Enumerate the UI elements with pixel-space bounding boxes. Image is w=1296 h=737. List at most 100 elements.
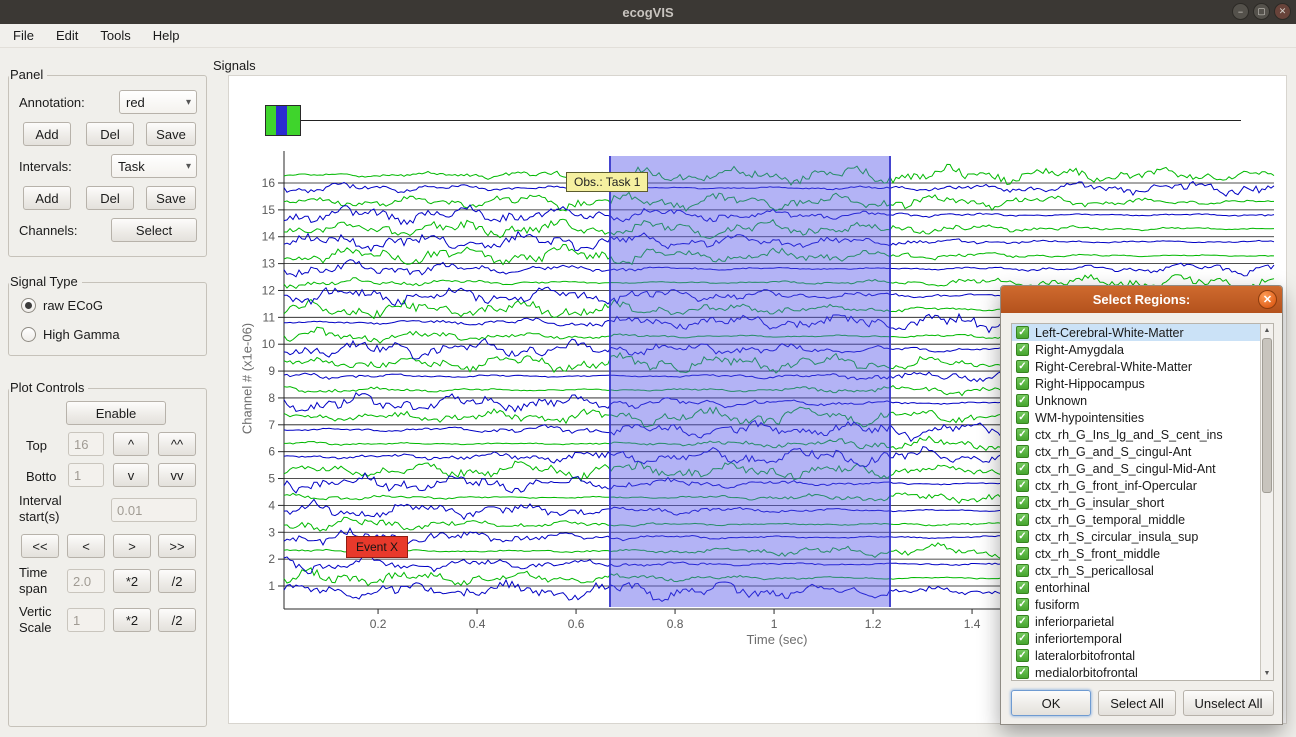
intervals-del-button[interactable]: Del [86,186,134,210]
region-list-item[interactable]: ✓ctx_rh_S_circular_insula_sup [1012,528,1273,545]
region-name-label: fusiform [1035,598,1079,612]
region-name-label: ctx_rh_G_and_S_cingul-Ant [1035,445,1191,459]
scroll-up-icon[interactable]: ▲ [1261,324,1273,337]
plot-controls-title: Plot Controls [9,380,88,395]
region-list-item[interactable]: ✓inferiortemporal [1012,630,1273,647]
annotation-add-button[interactable]: Add [23,122,71,146]
top-channel-input[interactable]: 16 [68,432,104,456]
step-forward-button[interactable]: > [113,534,151,558]
time-span-halve-button[interactable]: /2 [158,569,196,593]
signal-type-group: Signal Type raw ECoG High Gamma [8,282,207,356]
vertical-scale-double-button[interactable]: *2 [113,608,151,632]
menu-help[interactable]: Help [142,24,191,47]
vertical-scale-input[interactable]: 1 [67,608,105,632]
select-all-button[interactable]: Select All [1098,690,1176,716]
checkbox-checked-icon: ✓ [1016,411,1029,424]
region-name-label: ctx_rh_G_insular_short [1035,496,1164,510]
region-name-label: ctx_rh_S_circular_insula_sup [1035,530,1198,544]
ok-button[interactable]: OK [1011,690,1091,716]
page-back-button[interactable]: << [21,534,59,558]
window-title: ecogVIS [622,5,673,20]
menu-edit[interactable]: Edit [45,24,89,47]
region-list-item[interactable]: ✓ entorhinal [1012,579,1273,596]
intervals-save-button[interactable]: Save [146,186,196,210]
checkbox-checked-icon: ✓ [1016,581,1029,594]
region-name-label: ctx_rh_G_temporal_middle [1035,513,1185,527]
scrollbar[interactable]: ▲ ▼ [1260,324,1273,680]
svg-text:12: 12 [262,283,276,297]
bottom-channel-input[interactable]: 1 [68,463,104,487]
region-list-item[interactable]: ✓ctx_rh_S_front_middle [1012,545,1273,562]
checkbox-checked-icon: ✓ [1016,513,1029,526]
minimize-icon[interactable]: − [1232,3,1249,20]
maximize-icon[interactable]: ▢ [1253,3,1270,20]
channel-down-fast-button[interactable]: vv [158,463,196,487]
region-list-item[interactable]: ✓lateralorbitofrontal [1012,647,1273,664]
svg-text:5: 5 [268,472,275,486]
page-forward-button[interactable]: >> [158,534,196,558]
region-name-label: ctx_rh_S_pericallosal [1035,564,1154,578]
region-list-item[interactable]: ✓Left-Cerebral-White-Matter [1012,324,1273,341]
step-back-button[interactable]: < [67,534,105,558]
region-list-item[interactable]: ✓inferiorparietal [1012,613,1273,630]
region-name-label: medialorbitofrontal [1035,666,1138,680]
channels-select-button[interactable]: Select [111,218,197,242]
svg-text:0.8: 0.8 [667,617,684,631]
close-icon[interactable]: ✕ [1274,3,1291,20]
region-name-label: WM-hypointensities [1035,411,1144,425]
menu-file[interactable]: File [2,24,45,47]
event-marker[interactable]: Event X [346,536,408,558]
region-list-item[interactable]: ✓ ctx_rh_G_temporal_middle [1012,511,1273,528]
svg-text:13: 13 [262,257,276,271]
scrollbar-handle[interactable] [1262,338,1272,493]
region-list-item[interactable]: ✓ctx_rh_S_pericallosal [1012,562,1273,579]
region-list-item[interactable]: ✓ctx_rh_G_front_inf-Opercular [1012,477,1273,494]
intervals-add-button[interactable]: Add [23,186,71,210]
svg-text:9: 9 [268,364,275,378]
region-list-item[interactable]: ✓ WM-hypointensities [1012,409,1273,426]
dialog-close-icon[interactable]: ✕ [1258,290,1277,309]
enable-button[interactable]: Enable [66,401,166,425]
channel-up-fast-button[interactable]: ^^ [158,432,196,456]
region-list-item[interactable]: ✓Unknown [1012,392,1273,409]
interval-start-input[interactable]: 0.01 [111,498,197,522]
region-list-item[interactable]: ✓Right-Amygdala [1012,341,1273,358]
checkbox-checked-icon: ✓ [1016,615,1029,628]
annotation-del-button[interactable]: Del [86,122,134,146]
region-list-item[interactable]: ✓fusiform [1012,596,1273,613]
region-list-item[interactable]: ✓ctx_rh_G_and_S_cingul-Mid-Ant [1012,460,1273,477]
checkbox-checked-icon: ✓ [1016,445,1029,458]
svg-text:1.4: 1.4 [964,617,981,631]
checkbox-checked-icon: ✓ [1016,428,1029,441]
intervals-value: Task [118,159,145,174]
annotation-value: red [126,95,145,110]
menu-tools[interactable]: Tools [89,24,141,47]
region-name-label: entorhinal [1035,581,1090,595]
time-span-double-button[interactable]: *2 [113,569,151,593]
region-list-item[interactable]: ✓ ctx_rh_G_and_S_cingul-Ant [1012,443,1273,460]
region-list-item[interactable]: ✓ctx_rh_G_Ins_lg_and_S_cent_ins [1012,426,1273,443]
interval-selection-region[interactable] [609,156,891,607]
region-list-item[interactable]: ✓ctx_rh_G_insular_short [1012,494,1273,511]
signals-section-label: Signals [213,58,256,74]
time-span-input[interactable]: 2.0 [67,569,105,593]
annotation-save-button[interactable]: Save [146,122,196,146]
radio-high-gamma[interactable]: High Gamma [21,327,120,342]
vertical-scale-halve-button[interactable]: /2 [158,608,196,632]
annotation-dropdown[interactable]: red ▾ [119,90,197,114]
region-list-item[interactable]: ✓medialorbitofrontal [1012,664,1273,681]
channel-down-button[interactable]: v [113,463,149,487]
region-list-item[interactable]: ✓Right-Hippocampus [1012,375,1273,392]
titlebar: ecogVIS − ▢ ✕ [0,0,1296,24]
channel-up-button[interactable]: ^ [113,432,149,456]
region-name-label: lateralorbitofrontal [1035,649,1135,663]
svg-text:14: 14 [262,230,276,244]
unselect-all-button[interactable]: Unselect All [1183,690,1274,716]
radio-raw-ecog[interactable]: raw ECoG [21,298,103,313]
scroll-down-icon[interactable]: ▼ [1261,667,1273,680]
svg-text:0.4: 0.4 [469,617,486,631]
top-label: Top [26,438,47,454]
checkbox-checked-icon: ✓ [1016,377,1029,390]
region-list-item[interactable]: ✓Right-Cerebral-White-Matter [1012,358,1273,375]
intervals-dropdown[interactable]: Task ▾ [111,154,197,178]
